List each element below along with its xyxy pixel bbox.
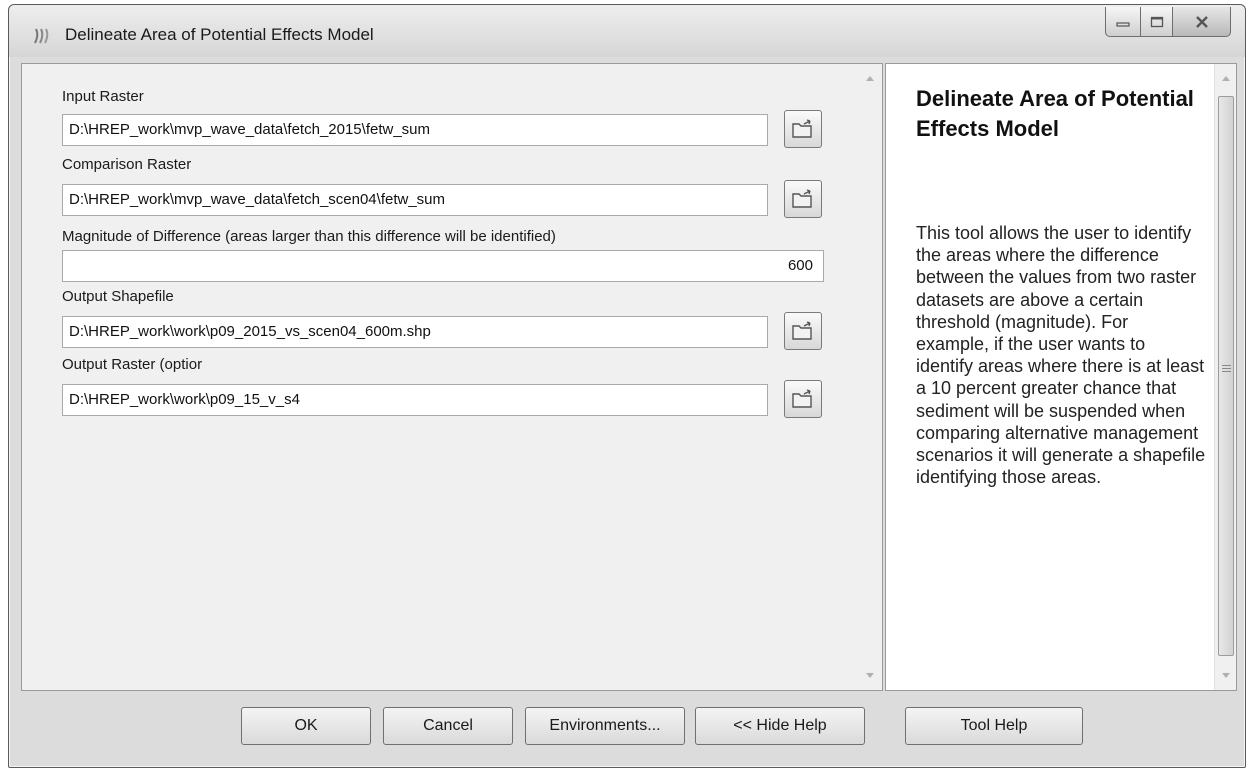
minimize-icon <box>1116 21 1130 27</box>
parameters-scrollbar[interactable] <box>858 64 882 690</box>
grip-icon <box>1222 365 1231 366</box>
scroll-down-icon[interactable] <box>866 673 874 678</box>
magnitude-label: Magnitude of Difference (areas larger th… <box>62 228 556 245</box>
output-shapefile-label: Output Shapefile <box>62 288 174 305</box>
open-folder-icon <box>792 321 812 340</box>
maximize-button[interactable] <box>1141 7 1173 37</box>
help-panel: Delineate Area of Potential Effects Mode… <box>885 63 1237 691</box>
output-raster-browse-button[interactable] <box>784 380 822 418</box>
output-shapefile-browse-button[interactable] <box>784 312 822 350</box>
help-scroll-down-icon[interactable] <box>1222 673 1230 678</box>
close-icon <box>1195 15 1208 28</box>
hide-help-button[interactable]: << Hide Help <box>695 707 865 745</box>
input-raster-label: Input Raster <box>62 88 144 105</box>
dialog-window: Delineate Area of Potential Effects Mode… <box>8 4 1246 768</box>
help-scrollbar[interactable] <box>1214 64 1236 690</box>
tool-help-button[interactable]: Tool Help <box>905 707 1083 745</box>
parameters-panel: Input Raster D:\HREP_work\mvp_wave_data\… <box>21 63 883 691</box>
tool-model-icon <box>34 28 49 44</box>
open-folder-icon <box>792 189 812 208</box>
output-raster-field[interactable]: D:\HREP_work\work\p09_15_v_s4 <box>62 384 768 416</box>
window-title: Delineate Area of Potential Effects Mode… <box>65 25 374 44</box>
help-scroll-thumb[interactable] <box>1218 96 1234 656</box>
open-folder-icon <box>792 389 812 408</box>
input-raster-field[interactable]: D:\HREP_work\mvp_wave_data\fetch_2015\fe… <box>62 114 768 146</box>
title-bar[interactable]: Delineate Area of Potential Effects Mode… <box>9 5 1245 57</box>
magnitude-field[interactable]: 600 <box>62 250 824 282</box>
input-raster-browse-button[interactable] <box>784 110 822 148</box>
minimize-button[interactable] <box>1105 7 1141 37</box>
window-controls <box>1105 7 1231 41</box>
comparison-raster-label: Comparison Raster <box>62 156 192 173</box>
help-body: This tool allows the user to identify th… <box>916 223 1206 488</box>
environments-button[interactable]: Environments... <box>525 707 685 745</box>
help-scroll-up-icon[interactable] <box>1222 76 1230 81</box>
close-button[interactable] <box>1173 7 1231 37</box>
output-shapefile-field[interactable]: D:\HREP_work\work\p09_2015_vs_scen04_600… <box>62 316 768 348</box>
ok-button[interactable]: OK <box>241 707 371 745</box>
maximize-icon <box>1150 16 1163 27</box>
comparison-raster-browse-button[interactable] <box>784 180 822 218</box>
scroll-up-icon[interactable] <box>866 76 874 81</box>
comparison-raster-field[interactable]: D:\HREP_work\mvp_wave_data\fetch_scen04\… <box>62 184 768 216</box>
button-row: OK Cancel Environments... << Hide Help T… <box>9 695 1245 765</box>
help-title: Delineate Area of Potential Effects Mode… <box>916 86 1194 141</box>
open-folder-icon <box>792 119 812 138</box>
output-raster-label: Output Raster (optior <box>62 356 203 373</box>
cancel-button[interactable]: Cancel <box>383 707 513 745</box>
